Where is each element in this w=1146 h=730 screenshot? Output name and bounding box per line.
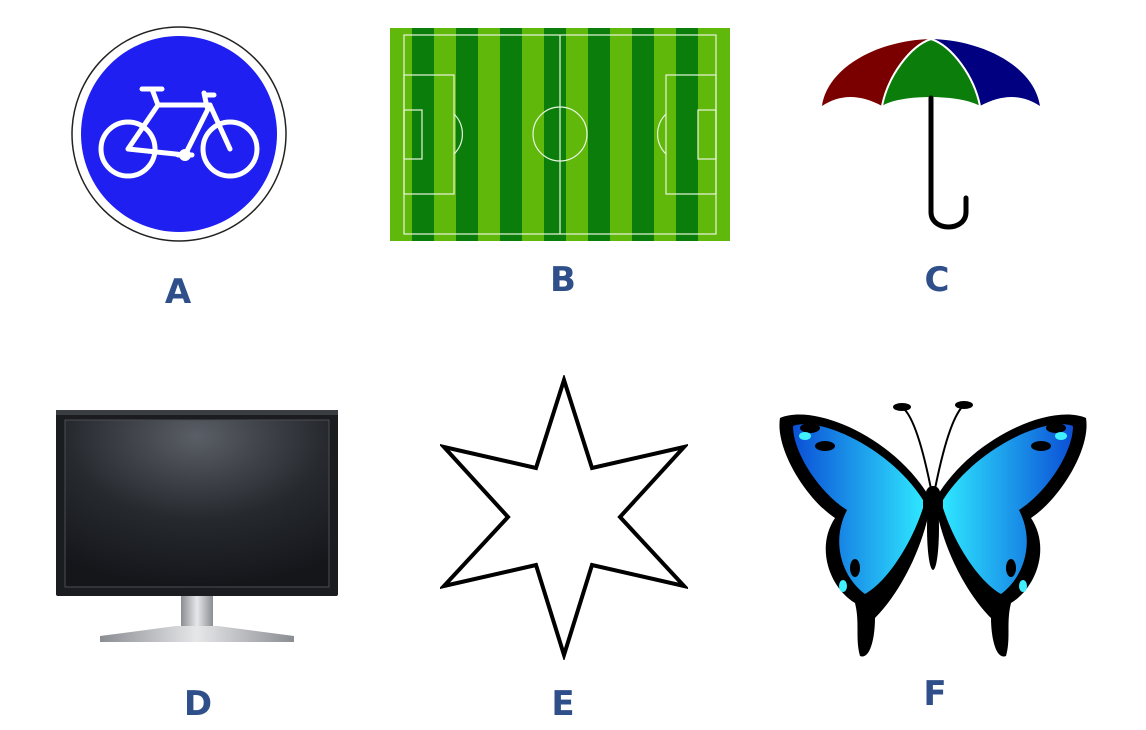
umbrella-icon [820,36,1042,232]
bicycle-sign-icon [70,25,288,243]
label-e: E [551,684,575,724]
label-f: F [923,674,947,714]
monitor-icon [56,410,338,645]
label-b: B [550,260,576,300]
butterfly-icon [775,398,1091,660]
label-c: C [924,260,950,300]
six-pointed-star-icon [440,375,688,660]
label-a: A [164,272,192,312]
soccer-field-icon [390,28,730,241]
label-d: D [183,684,213,724]
